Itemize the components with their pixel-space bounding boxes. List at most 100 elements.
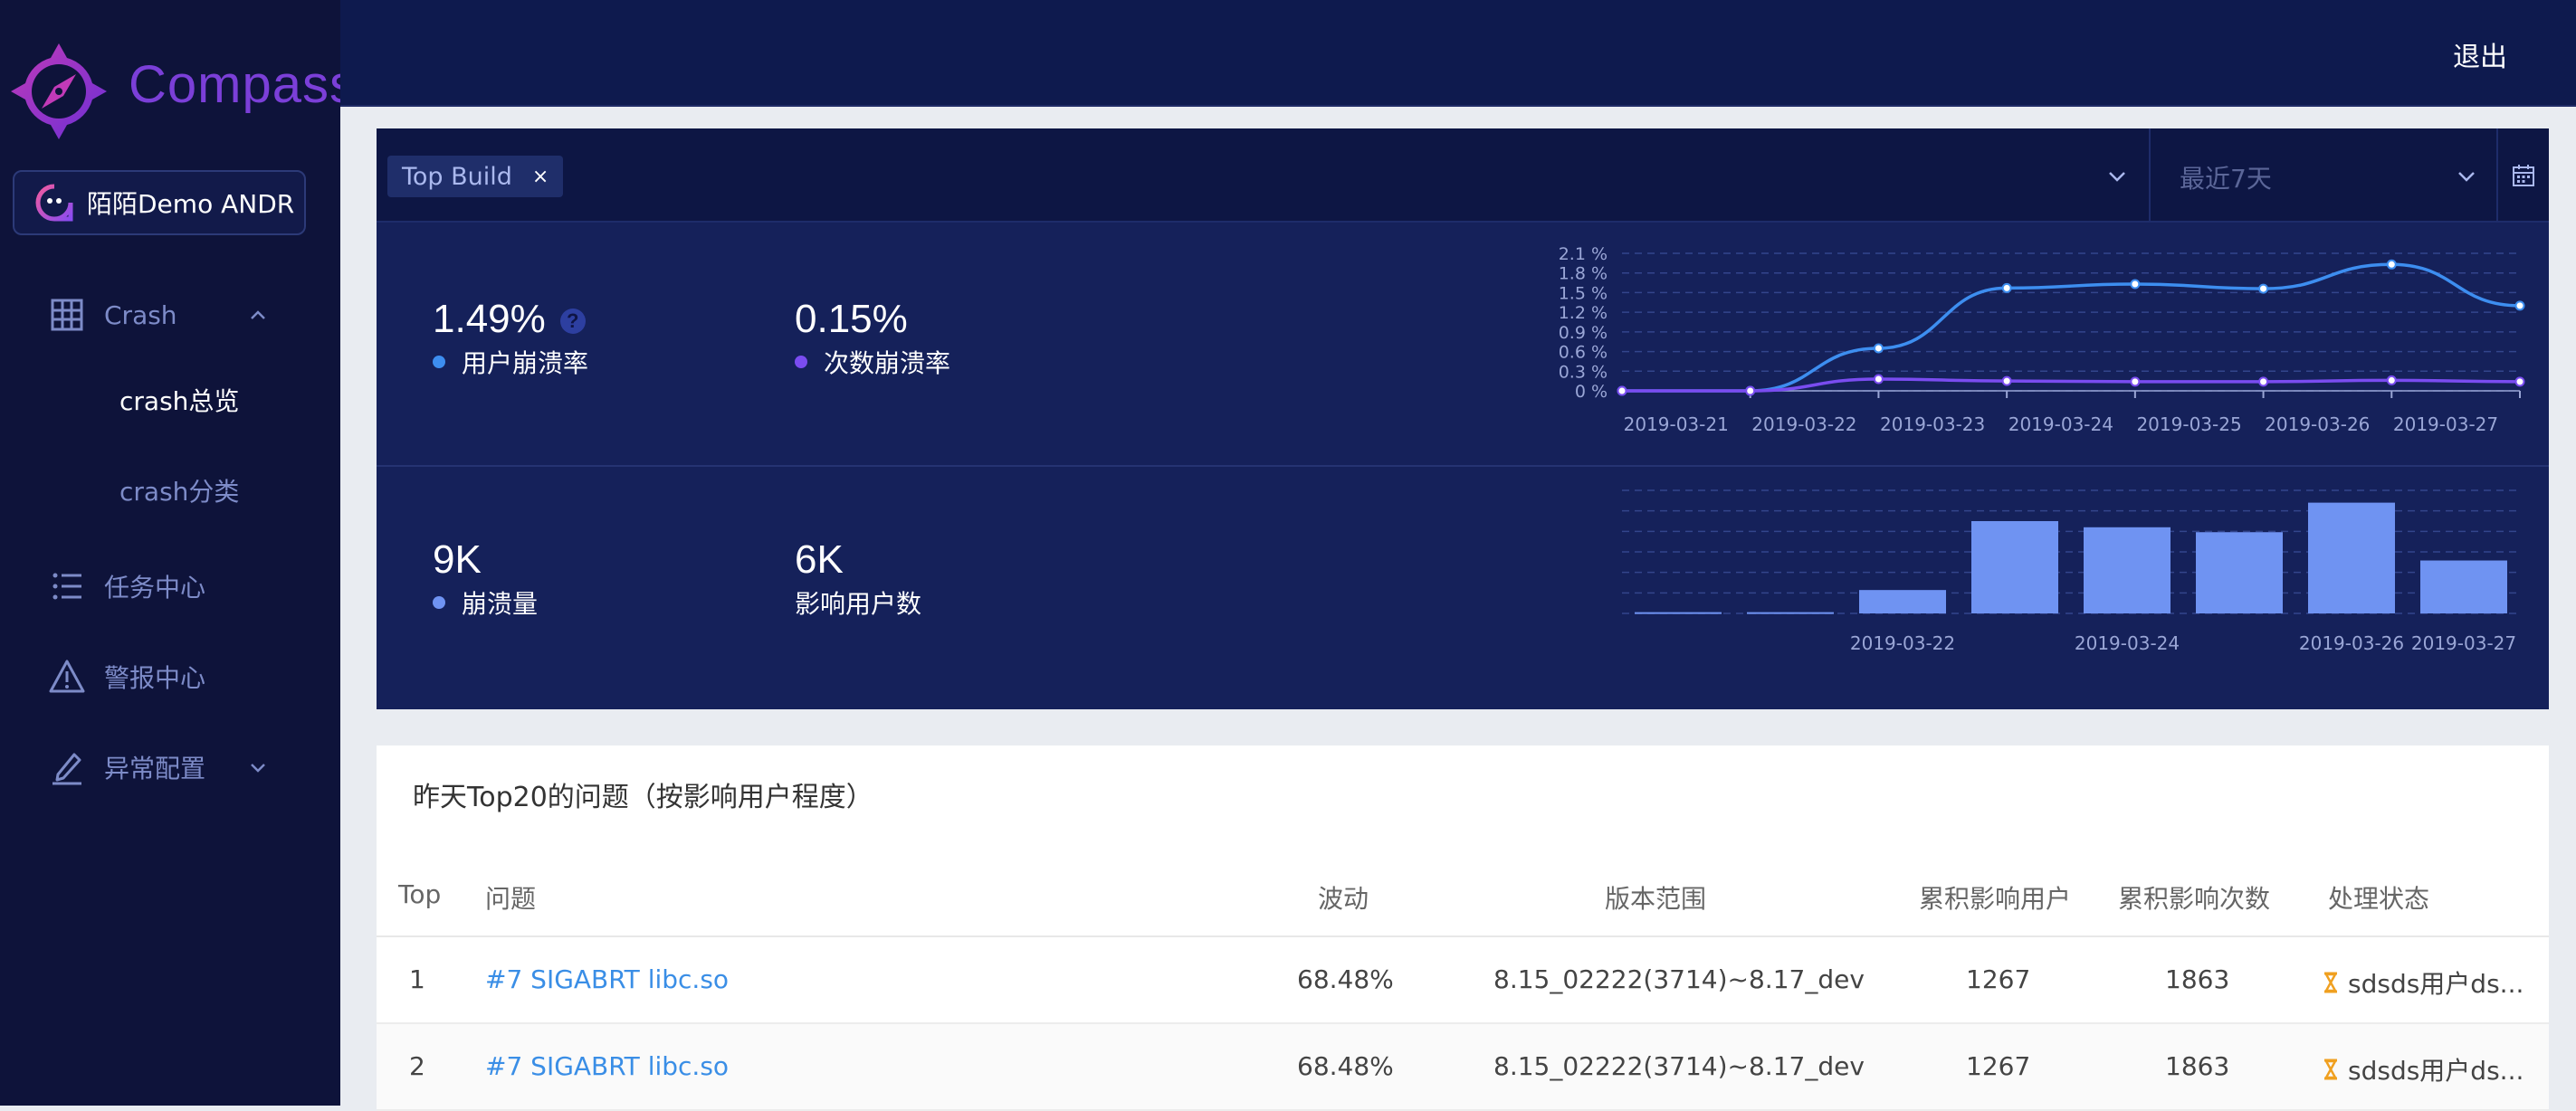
sidebar-item-exception-config[interactable]: 异常配置 [0,740,340,794]
column-header: 累积影响次数 [2118,884,2271,914]
data-point [1617,385,1627,396]
column-header: 版本范围 [1605,884,1707,914]
top-bar: 退出 [340,0,2576,107]
data-point [1873,374,1884,385]
version-range: 8.15_02222(3714)~8.17_dev [1493,964,1865,994]
x-tick-label: 2019-03-24 [2075,632,2180,654]
app-selector[interactable]: 陌陌Demo ANDR [13,170,306,235]
status-text: sdsds用户ds... [2348,969,2524,999]
x-tick-label: 2019-03-23 [1880,413,1985,435]
logout-button[interactable]: 退出 [2453,34,2507,74]
data-point [2001,282,2012,293]
calendar-button[interactable] [2496,128,2549,223]
build-select[interactable]: Top Build × [377,128,2145,223]
momo-app-icon [35,184,73,222]
top-issues-card: 昨天Top20的问题（按影响用户程度） Top 问题 波动 版本范围 累积影响用… [377,745,2549,1111]
data-point [2258,283,2269,294]
sidebar-item-alert-center[interactable]: 警报中心 [0,650,340,704]
crash-count-bar-chart: 2019-03-22 2019-03-24 2019-03-26 2019-03-27 [1622,489,2520,654]
x-tick-label: 2019-03-26 [2265,413,2370,435]
bar [2308,502,2395,613]
x-tick-label: 2019-03-21 [1624,413,1729,435]
y-tick-label: 0.3 % [1559,362,1608,382]
brand-name: Compass [129,55,357,114]
bar [2196,532,2283,613]
affected-count-value: 1863 [2165,1051,2230,1081]
table-row[interactable]: 2 #7 SIGABRT libc.so 68.48% 8.15_02222(3… [377,1024,2549,1111]
x-tick-label: 2019-03-27 [2393,413,2498,435]
sidebar-item-task-center[interactable]: 任务中心 [0,559,340,613]
data-point [2130,279,2141,290]
status-badge[interactable]: sdsds用户ds... [2323,1051,2524,1087]
issue-link[interactable]: #7 SIGABRT libc.so [485,964,729,994]
date-range-value: 最近7天 [2180,164,2272,194]
brand-logo[interactable]: Compass [7,40,356,148]
bar [1859,590,1946,613]
affected-count-value: 1863 [2165,964,2230,994]
hourglass-icon [2323,972,2338,993]
x-tick-label: 2019-03-26 [2299,632,2404,654]
compass-logo-icon [11,43,107,139]
x-tick-label: 2019-03-24 [2008,413,2113,435]
crash-count-metric: 9K 崩溃量 [433,537,538,621]
sidebar: Compass 陌陌Demo ANDR Crash crash总览 crash分… [0,0,356,1106]
sidebar-item-crash[interactable]: Crash [0,288,340,342]
data-point [2001,375,2012,386]
bar [1635,612,1722,614]
fluctuation-value: 68.48% [1297,1051,1394,1081]
build-tag: Top Build × [387,156,564,197]
data-point [2386,259,2397,270]
user-crash-rate-value: 1.49% [433,297,546,341]
sidebar-item-label: 异常配置 [104,754,206,783]
data-point [2514,376,2525,387]
bar [1747,612,1834,614]
sidebar-subitem-crash-overview[interactable]: crash总览 [119,382,239,418]
table-row[interactable]: 1 #7 SIGABRT libc.so 68.48% 8.15_02222(3… [377,937,2549,1024]
affected-users-label: 影响用户数 [795,589,922,619]
legend-dot [433,356,445,368]
row-rank: 1 [409,964,425,994]
chevron-down-icon [2109,172,2125,182]
sidebar-item-label: 任务中心 [104,573,206,603]
affected-users-value: 1267 [1966,1051,2031,1081]
status-badge[interactable]: sdsds用户ds... [2323,964,2524,1001]
sidebar-subitem-crash-category[interactable]: crash分类 [119,472,239,508]
y-tick-label: 1.8 % [1559,264,1608,284]
count-crash-rate-label: 次数崩溃率 [824,348,951,378]
y-tick-label: 0.6 % [1559,343,1608,363]
series-line [1621,262,2521,393]
row-divider [377,465,2549,467]
y-tick-label: 0 % [1575,382,1608,402]
data-point [1745,385,1756,396]
calendar-icon [2513,165,2534,186]
version-range: 8.15_02222(3714)~8.17_dev [1493,1051,1865,1081]
count-crash-rate-metric: 0.15% 次数崩溃率 [795,297,950,380]
chevron-up-icon [251,310,265,319]
bar [2084,527,2171,613]
bar [1971,521,2058,613]
x-tick-label: 2019-03-22 [1751,413,1856,435]
list-icon [52,573,81,600]
y-tick-label: 0.9 % [1559,323,1608,343]
table-title: 昨天Top20的问题（按影响用户程度） [413,782,873,813]
count-crash-rate-value: 0.15% [795,297,908,341]
bar [2420,560,2507,613]
crash-count-label: 崩溃量 [462,589,539,619]
column-header: 波动 [1318,884,1369,914]
tag-close-icon[interactable]: × [532,166,549,188]
sidebar-item-label: Crash [104,299,177,330]
data-point [2130,376,2141,387]
legend-dot [795,356,807,368]
chevron-down-icon [251,764,265,773]
data-point [2514,300,2525,311]
date-range-select[interactable]: 最近7天 [2149,128,2493,223]
y-tick-label: 1.2 % [1559,303,1608,323]
y-tick-label: 1.5 % [1559,283,1608,303]
help-icon[interactable]: ? [559,309,586,335]
chevron-down-icon [2458,172,2475,182]
issue-link[interactable]: #7 SIGABRT libc.so [485,1051,729,1081]
grid-icon [51,299,83,331]
crash-overview-panel: Top Build × 最近7天 1.49% ? 用户崩溃率 0.15% 次数崩… [377,128,2549,709]
x-tick-label: 2019-03-25 [2136,413,2241,435]
row-rank: 2 [409,1051,425,1081]
